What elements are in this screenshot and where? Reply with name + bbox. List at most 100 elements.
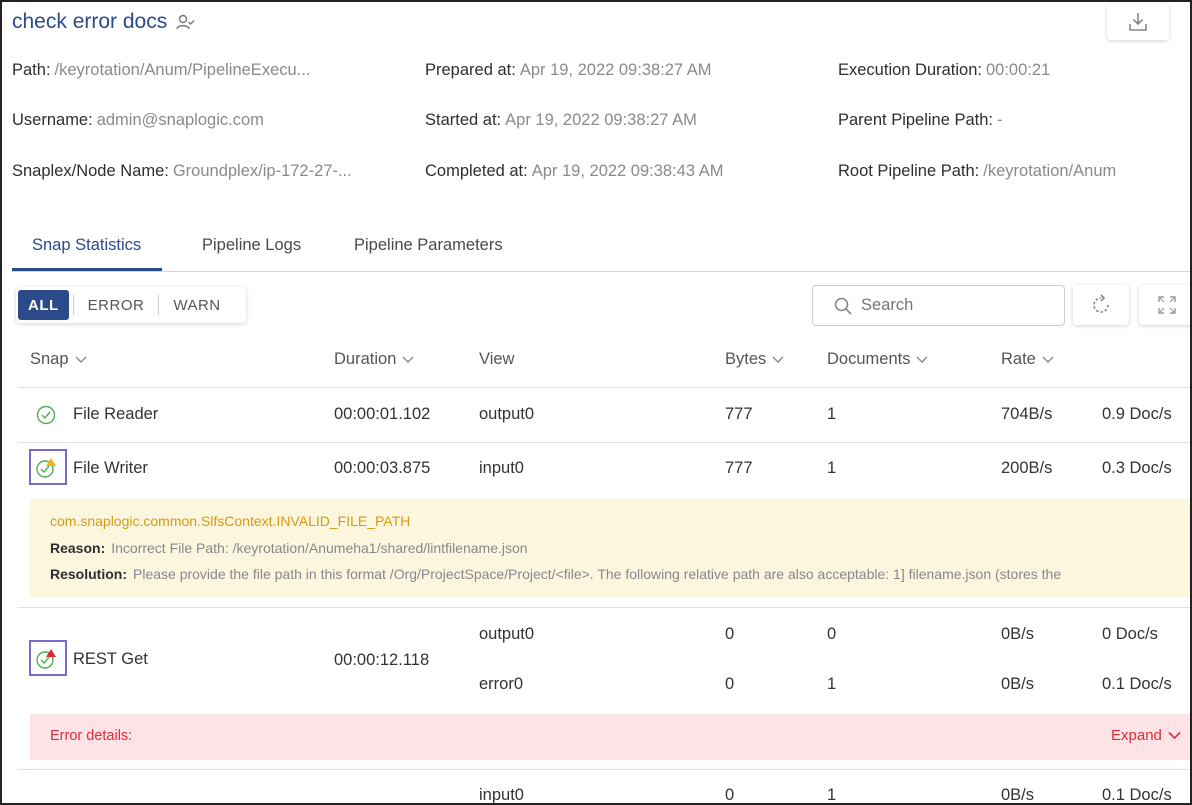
- warning-reason-value: Incorrect File Path: /keyrotation/Anumeh…: [111, 540, 528, 556]
- tab-pipeline-parameters[interactable]: Pipeline Parameters: [354, 236, 503, 255]
- meta-root-path-value: /keyrotation/Anum: [983, 162, 1117, 180]
- meta-duration-label: Execution Duration:: [838, 61, 982, 79]
- log-level-filter: ALL ERROR WARN: [16, 287, 246, 323]
- search-input[interactable]: [861, 296, 1041, 315]
- snap-rate: 0B/s: [1001, 625, 1035, 643]
- snap-duration: 00:00:01.102: [334, 405, 431, 423]
- snap-doc-rate: 0.1 Doc/s: [1102, 786, 1172, 804]
- meta-prepared: Prepared at: Apr 19, 2022 09:38:27 AM: [425, 61, 712, 80]
- snap-bytes: 0: [725, 786, 735, 804]
- snap-documents: 1: [827, 459, 837, 477]
- refresh-button[interactable]: [1073, 285, 1129, 325]
- meta-prepared-label: Prepared at:: [425, 61, 516, 79]
- filter-all-button[interactable]: ALL: [18, 290, 69, 320]
- column-header-view-label: View: [479, 350, 515, 368]
- snap-rate: 704B/s: [1001, 405, 1053, 423]
- column-header-duration[interactable]: Duration: [334, 350, 414, 369]
- meta-path: Path:/keyrotation/Anum/PipelineExecu...: [12, 61, 310, 80]
- snap-view: error0: [479, 675, 524, 693]
- chevron-down-icon: [402, 356, 414, 363]
- snap-view: input0: [479, 459, 524, 477]
- snap-view: output0: [479, 625, 535, 643]
- meta-started: Started at: Apr 19, 2022 09:38:27 AM: [425, 111, 697, 130]
- snap-duration: 00:00:03.875: [334, 459, 431, 477]
- meta-parent-path-label: Parent Pipeline Path:: [838, 111, 994, 129]
- meta-username-value: admin@snaplogic.com: [96, 111, 264, 129]
- meta-snaplex-label: Snaplex/Node Name:: [12, 162, 169, 180]
- fullscreen-button[interactable]: [1139, 285, 1190, 325]
- snap-documents: 1: [827, 675, 837, 693]
- error-details-panel: Error details: Expand: [30, 714, 1190, 760]
- download-icon: [1129, 13, 1147, 31]
- snap-bytes: 0: [725, 675, 735, 693]
- refresh-icon: [1093, 294, 1109, 313]
- warning-code: com.snaplogic.common.SlfsContext.INVALID…: [50, 513, 411, 529]
- meta-path-label: Path:: [12, 61, 51, 79]
- chevron-down-icon: [772, 356, 784, 363]
- meta-duration-value: 00:00:21: [986, 61, 1051, 79]
- column-header-rate[interactable]: Rate: [1001, 350, 1054, 369]
- column-header-documents-label: Documents: [827, 350, 911, 368]
- expand-error-button[interactable]: Expand: [1111, 727, 1181, 744]
- meta-username-label: Username:: [12, 111, 93, 129]
- warning-resolution-label: Resolution:: [50, 566, 127, 582]
- meta-completed-label: Completed at:: [425, 162, 528, 180]
- search-box: [812, 285, 1065, 326]
- meta-started-value: Apr 19, 2022 09:38:27 AM: [505, 111, 697, 129]
- row-divider: [18, 607, 1190, 608]
- meta-snaplex: Snaplex/Node Name: Groundplex/ip-172-27-.…: [12, 162, 352, 181]
- snap-bytes: 777: [725, 459, 753, 477]
- warning-resolution-value: Please provide the file path in this for…: [133, 566, 1062, 582]
- chevron-down-icon: [1168, 731, 1181, 740]
- meta-path-value: /keyrotation/Anum/PipelineExecu...: [54, 61, 311, 79]
- row-divider: [18, 442, 1190, 443]
- warning-resolution: Resolution: Please provide the file path …: [50, 566, 1061, 582]
- expand-label: Expand: [1111, 727, 1162, 744]
- warning-details-panel: com.snaplogic.common.SlfsContext.INVALID…: [30, 499, 1190, 597]
- snap-name[interactable]: File Reader: [73, 405, 158, 424]
- snap-name[interactable]: File Writer: [73, 459, 148, 478]
- snap-documents: 1: [827, 786, 837, 804]
- warning-reason-label: Reason:: [50, 540, 106, 556]
- meta-username: Username: admin@snaplogic.com: [12, 111, 264, 130]
- tab-pipeline-logs[interactable]: Pipeline Logs: [202, 236, 301, 255]
- snap-view: input0: [479, 786, 524, 804]
- snap-doc-rate: 0.3 Doc/s: [1102, 459, 1172, 477]
- column-header-bytes-label: Bytes: [725, 350, 767, 368]
- snap-duration: 00:00:12.118: [334, 651, 430, 669]
- snap-bytes: 777: [725, 405, 753, 423]
- meta-root-path: Root Pipeline Path:/keyrotation/Anum: [838, 162, 1116, 181]
- meta-root-path-label: Root Pipeline Path:: [838, 162, 980, 180]
- success-check-icon: [36, 405, 56, 425]
- meta-parent-path: Parent Pipeline Path: -: [838, 111, 1003, 130]
- error-details-label: Error details:: [50, 728, 133, 744]
- column-header-duration-label: Duration: [334, 350, 397, 368]
- meta-prepared-value: Apr 19, 2022 09:38:27 AM: [519, 61, 712, 79]
- meta-completed-value: Apr 19, 2022 09:38:43 AM: [531, 162, 724, 180]
- success-error-icon: [36, 649, 56, 669]
- warning-reason: Reason: Incorrect File Path: /keyrotation…: [50, 540, 528, 556]
- snap-doc-rate: 0.9 Doc/s: [1102, 405, 1172, 423]
- column-header-snap[interactable]: Snap: [30, 350, 87, 369]
- snap-doc-rate: 0 Doc/s: [1102, 625, 1158, 643]
- search-icon: [834, 297, 852, 315]
- snap-documents: 0: [827, 625, 837, 643]
- pipeline-title-text: check error docs: [12, 10, 168, 33]
- snap-rate: 200B/s: [1001, 459, 1053, 477]
- pipeline-title: check error docs: [12, 10, 195, 34]
- active-tab-indicator: [12, 268, 162, 271]
- row-divider: [18, 387, 1190, 388]
- filter-error-button[interactable]: ERROR: [74, 290, 159, 320]
- column-header-rate-label: Rate: [1001, 350, 1036, 368]
- filter-warn-button[interactable]: WARN: [159, 290, 234, 320]
- download-button[interactable]: [1107, 4, 1169, 40]
- column-header-bytes[interactable]: Bytes: [725, 350, 784, 369]
- meta-started-label: Started at:: [425, 111, 502, 129]
- snap-rate: 0B/s: [1001, 786, 1035, 804]
- snap-doc-rate: 0.1 Doc/s: [1102, 675, 1172, 693]
- column-header-documents[interactable]: Documents: [827, 350, 928, 369]
- snap-bytes: 0: [725, 625, 735, 643]
- user-check-icon[interactable]: [175, 12, 195, 32]
- tab-snap-statistics[interactable]: Snap Statistics: [32, 236, 141, 255]
- snap-name[interactable]: REST Get: [73, 650, 148, 669]
